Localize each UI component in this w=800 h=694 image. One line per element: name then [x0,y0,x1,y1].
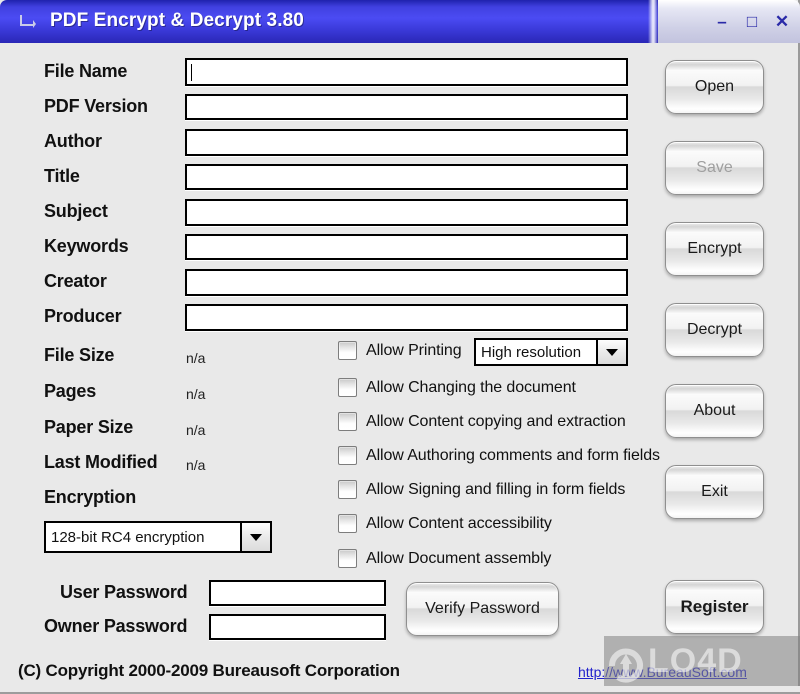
author-input[interactable] [185,129,628,156]
checkbox-allow-authoring[interactable] [338,446,357,465]
label-title: Title [44,166,80,187]
label-creator: Creator [44,271,107,292]
label-keywords: Keywords [44,236,128,257]
checkbox-allow-assembly[interactable] [338,549,357,568]
label-pdf-version: PDF Version [44,96,148,117]
permission-label: Allow Printing [366,342,462,360]
label-pages: Pages [44,381,96,402]
chevron-down-icon[interactable] [240,523,270,551]
title-input[interactable] [185,164,628,190]
encrypt-button[interactable]: Encrypt [665,222,764,276]
label-author: Author [44,131,102,152]
exit-button[interactable]: Exit [665,465,764,519]
value-pages: n/a [186,386,205,402]
permission-label: Allow Signing and filling in form fields [366,481,625,499]
keywords-input[interactable] [185,234,628,260]
print-quality-value: High resolution [476,340,596,364]
text-caret [191,64,192,81]
file-name-input[interactable] [185,58,628,86]
chevron-down-icon[interactable] [596,340,626,364]
checkbox-allow-accessibility[interactable] [338,514,357,533]
permission-label: Allow Document assembly [366,550,551,568]
label-subject: Subject [44,201,108,222]
decrypt-button[interactable]: Decrypt [665,303,764,357]
value-paper-size: n/a [186,422,205,438]
user-password-input[interactable] [209,580,386,606]
label-encryption: Encryption [44,487,136,508]
website-link[interactable]: http://www.BureauSoft.com [578,664,747,680]
application-window: PDF Encrypt & Decrypt 3.80 – □ ✕ File Na… [0,0,800,692]
verify-password-button[interactable]: Verify Password [406,582,559,636]
producer-input[interactable] [185,304,628,331]
checkbox-allow-copying[interactable] [338,412,357,431]
label-user-password: User Password [60,582,187,603]
permission-label: Allow Content accessibility [366,515,552,533]
permission-label: Allow Changing the document [366,379,576,397]
label-owner-password: Owner Password [44,616,187,637]
checkbox-allow-changing[interactable] [338,378,357,397]
permission-allow-copying[interactable]: Allow Content copying and extraction [338,412,626,431]
creator-input[interactable] [185,269,628,296]
open-button[interactable]: Open [665,60,764,114]
value-file-size: n/a [186,350,205,366]
label-file-name: File Name [44,61,127,82]
arrow-down-right-icon [20,13,38,30]
label-last-modified: Last Modified [44,452,157,473]
title-bar: PDF Encrypt & Decrypt 3.80 – □ ✕ [0,0,800,43]
permission-label: Allow Content copying and extraction [366,413,626,431]
copyright-text: (C) Copyright 2000-2009 Bureausoft Corpo… [18,661,400,681]
checkbox-allow-signing[interactable] [338,480,357,499]
encryption-type-select[interactable]: 128-bit RC4 encryption [44,521,272,553]
pdf-version-input[interactable] [185,94,628,120]
encryption-type-value: 128-bit RC4 encryption [46,523,240,551]
close-button[interactable]: ✕ [772,13,792,30]
maximize-button[interactable]: □ [742,13,762,30]
save-button[interactable]: Save [665,141,764,195]
permission-label: Allow Authoring comments and form fields [366,447,660,465]
owner-password-input[interactable] [209,614,386,640]
register-button[interactable]: Register [665,580,764,634]
permission-allow-assembly[interactable]: Allow Document assembly [338,549,551,568]
permission-allow-printing[interactable]: Allow Printing [338,341,462,360]
label-file-size: File Size [44,345,114,366]
about-button[interactable]: About [665,384,764,438]
label-producer: Producer [44,306,121,327]
permission-allow-authoring[interactable]: Allow Authoring comments and form fields [338,446,660,465]
permission-allow-signing[interactable]: Allow Signing and filling in form fields [338,480,625,499]
permission-allow-accessibility[interactable]: Allow Content accessibility [338,514,552,533]
value-last-modified: n/a [186,457,205,473]
minimize-button[interactable]: – [712,13,732,30]
print-quality-select[interactable]: High resolution [474,338,628,366]
permission-allow-changing[interactable]: Allow Changing the document [338,378,576,397]
window-bottom-edge [0,686,800,694]
label-paper-size: Paper Size [44,417,133,438]
subject-input[interactable] [185,199,628,226]
checkbox-allow-printing[interactable] [338,341,357,360]
window-title: PDF Encrypt & Decrypt 3.80 [50,10,304,32]
